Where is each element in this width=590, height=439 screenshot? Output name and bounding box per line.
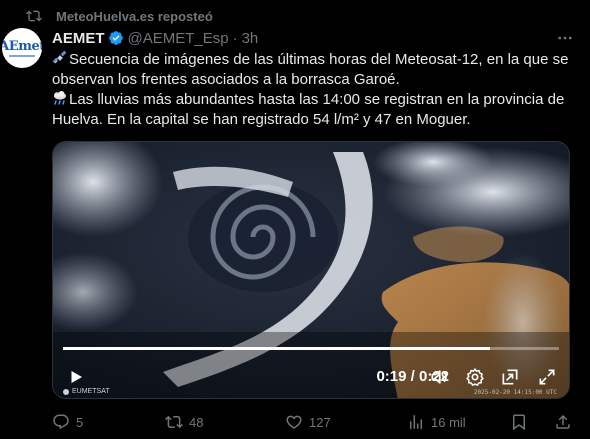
eumetsat-watermark: EUMETSAT <box>63 388 110 395</box>
repost-count: 48 <box>189 414 204 430</box>
reply-button[interactable]: 5 <box>52 412 83 432</box>
rain-cloud-emoji-icon <box>54 91 66 105</box>
settings-icon[interactable] <box>465 367 485 387</box>
views-chart-icon <box>410 415 422 429</box>
satellite-emoji-icon <box>52 50 67 64</box>
frame-timestamp: 2025-02-20 14:15:00 UTC <box>473 389 557 396</box>
like-button[interactable]: 127 <box>285 412 331 432</box>
bookmark-button[interactable] <box>510 412 534 432</box>
author-name[interactable]: AEMET <box>52 30 105 47</box>
repost-icon <box>26 10 42 22</box>
repost-indicator[interactable]: MeteoHuelva.es reposteó <box>26 7 213 25</box>
tweet-line-2: Las lluvias más abundantes hasta las 14:… <box>52 91 565 128</box>
repost-action-icon <box>165 415 183 429</box>
share-icon <box>556 414 570 429</box>
action-bar: 5 48 127 16 mil <box>52 412 582 432</box>
share-button[interactable] <box>554 412 578 432</box>
video-progress-fill <box>63 347 490 350</box>
avatar[interactable]: AEmet <box>2 28 42 68</box>
repost-label[interactable]: MeteoHuelva.es reposteó <box>56 9 213 24</box>
more-options-button[interactable] <box>554 28 576 48</box>
tweet[interactable]: MeteoHuelva.es reposteó AEmet AEMET @AEM… <box>0 0 590 439</box>
tweet-line-1: Secuencia de imágenes de las últimas hor… <box>52 51 569 88</box>
satellite-video-frame <box>53 142 569 398</box>
avatar-logo: AEmet <box>2 38 42 54</box>
bookmark-icon <box>513 414 525 431</box>
post-time[interactable]: 3h <box>242 30 259 47</box>
views-button[interactable]: 16 mil <box>407 412 466 432</box>
storm-swirl <box>188 182 338 292</box>
reply-icon <box>53 414 69 430</box>
watermark-text: EUMETSAT <box>72 388 110 395</box>
tweet-text: Secuencia de imágenes de las últimas hor… <box>52 50 582 130</box>
verified-badge-icon <box>108 30 124 46</box>
header-separator: · <box>232 29 238 47</box>
repost-button[interactable]: 48 <box>165 412 203 432</box>
reply-count: 5 <box>76 414 84 430</box>
video-player[interactable]: 0:19 / 0:22 EUMETSAT 2025-02-20 14:15:00… <box>52 141 570 399</box>
tweet-header: AEMET @AEMET_Esp · 3h <box>52 28 576 48</box>
eumetsat-logo-icon <box>63 388 69 395</box>
play-icon[interactable] <box>67 368 85 386</box>
video-progress-bar[interactable] <box>63 347 559 350</box>
author-handle[interactable]: @AEMET_Esp <box>128 30 229 47</box>
more-icon <box>558 36 572 40</box>
heart-icon <box>286 415 302 429</box>
volume-icon[interactable] <box>429 367 449 387</box>
avatar-logo-underline <box>9 54 35 57</box>
like-count: 127 <box>309 414 331 430</box>
tweet-paragraph-1: Secuencia de imágenes de las últimas hor… <box>52 50 582 90</box>
fullscreen-icon[interactable] <box>537 367 557 387</box>
views-count: 16 mil <box>431 414 466 430</box>
pip-icon[interactable] <box>500 367 520 387</box>
tweet-paragraph-2: Las lluvias más abundantes hasta las 14:… <box>52 90 582 130</box>
